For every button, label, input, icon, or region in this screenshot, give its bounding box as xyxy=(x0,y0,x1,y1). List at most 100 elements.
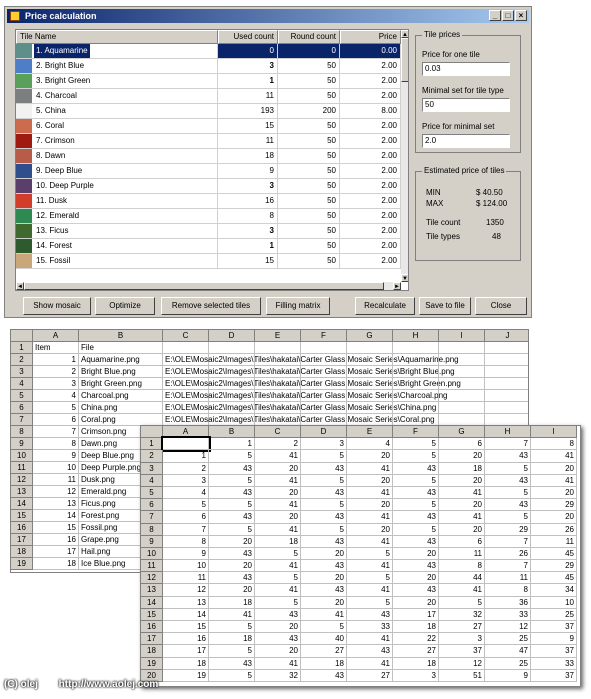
tile-row[interactable]: 3. Bright Green 1 50 2.00 xyxy=(16,74,408,89)
matrix-cell[interactable]: 20 xyxy=(531,486,577,500)
row-header[interactable]: 18 xyxy=(11,546,33,558)
item-cell[interactable]: 3 xyxy=(33,378,79,390)
matrix-cell[interactable]: 5 xyxy=(485,486,531,500)
matrix-cell[interactable]: 27 xyxy=(439,621,485,634)
matrix-cell[interactable]: 41 xyxy=(255,560,301,573)
matrix-cell[interactable]: 11 xyxy=(485,572,531,585)
row-header[interactable]: 12 xyxy=(11,474,33,486)
matrix-cell[interactable]: 22 xyxy=(393,633,439,646)
col-header[interactable]: H xyxy=(485,426,531,439)
matrix-cell[interactable]: 32 xyxy=(255,669,301,682)
matrix-cell[interactable]: 47 xyxy=(485,645,531,658)
cell[interactable] xyxy=(393,366,439,378)
scroll-left-icon[interactable]: ◄ xyxy=(16,282,24,290)
matrix-cell[interactable]: 5 xyxy=(301,450,347,463)
item-cell[interactable]: 12 xyxy=(33,486,79,498)
matrix-cell[interactable]: 44 xyxy=(439,572,485,585)
matrix-cell[interactable]: 4 xyxy=(163,486,209,500)
matrix-cell[interactable]: 32 xyxy=(439,608,485,621)
matrix-cell[interactable]: 20 xyxy=(439,474,485,487)
matrix-cell[interactable]: 37 xyxy=(439,645,485,658)
cell[interactable] xyxy=(439,366,485,378)
matrix-cell[interactable]: 20 xyxy=(531,462,577,475)
matrix-cell[interactable]: 29 xyxy=(485,523,531,536)
path-cell[interactable]: E:\OLE\Mosaic2\Images\Tiles\hakatai\Cart… xyxy=(163,378,461,390)
row-header[interactable]: 13 xyxy=(141,584,163,597)
matrix-cell[interactable]: 20 xyxy=(393,572,439,585)
matrix-cell[interactable]: 43 xyxy=(393,560,439,573)
file-cell[interactable]: Charcoal.png xyxy=(79,390,163,402)
matrix-cell[interactable]: 2 xyxy=(163,462,209,475)
cell[interactable] xyxy=(347,402,393,414)
matrix-cell[interactable]: 26 xyxy=(485,547,531,561)
col-header[interactable]: C xyxy=(163,330,209,342)
col-header[interactable]: I xyxy=(439,330,485,342)
matrix-cell[interactable]: 43 xyxy=(347,608,393,621)
matrix-cell[interactable]: 41 xyxy=(255,499,301,512)
file-cell[interactable]: Aquamarine.png xyxy=(79,354,163,366)
matrix-cell[interactable]: 5 xyxy=(255,572,301,585)
matrix-cell[interactable]: 20 xyxy=(209,535,255,548)
cell[interactable] xyxy=(393,378,439,390)
matrix-cell[interactable]: 4 xyxy=(347,438,393,451)
row-header[interactable]: 13 xyxy=(11,486,33,498)
matrix-cell[interactable]: 41 xyxy=(439,511,485,524)
matrix-cell[interactable]: 43 xyxy=(393,511,439,524)
matrix-cell[interactable]: 41 xyxy=(531,474,577,487)
matrix-cell[interactable]: 17 xyxy=(393,608,439,621)
matrix-cell[interactable]: 41 xyxy=(347,535,393,548)
matrix-cell[interactable]: 8 xyxy=(439,560,485,573)
matrix-cell[interactable]: 20 xyxy=(347,499,393,512)
matrix-cell[interactable]: 5 xyxy=(209,645,255,658)
col-header[interactable]: D xyxy=(301,426,347,439)
col-header[interactable]: B xyxy=(209,426,255,439)
item-cell[interactable]: 6 xyxy=(33,414,79,426)
row-header[interactable]: 10 xyxy=(11,450,33,462)
row-header[interactable]: 14 xyxy=(11,498,33,510)
matrix-cell[interactable]: 5 xyxy=(163,499,209,512)
matrix-cell[interactable]: 20 xyxy=(255,621,301,634)
cell[interactable] xyxy=(439,402,485,414)
cell[interactable] xyxy=(393,354,439,366)
save-to-file-button[interactable]: Save to file xyxy=(419,297,471,315)
corner-cell[interactable] xyxy=(141,426,163,439)
matrix-cell[interactable]: 5 xyxy=(301,523,347,536)
tile-row[interactable]: 13. Ficus 3 50 2.00 xyxy=(16,224,408,239)
row-header[interactable]: 7 xyxy=(141,511,163,524)
matrix-cell[interactable]: 20 xyxy=(255,462,301,475)
matrix-cell[interactable]: 27 xyxy=(347,669,393,682)
matrix-cell[interactable]: 5 xyxy=(209,474,255,487)
cell[interactable] xyxy=(485,402,528,414)
item-cell[interactable]: 4 xyxy=(33,390,79,402)
matrix-cell[interactable]: 43 xyxy=(393,535,439,548)
matrix-cell[interactable]: 20 xyxy=(347,450,393,463)
matrix-cell[interactable]: 33 xyxy=(485,608,531,621)
matrix-cell[interactable]: 37 xyxy=(531,669,577,682)
matrix-cell[interactable]: 43 xyxy=(255,633,301,646)
cell[interactable] xyxy=(301,378,347,390)
col-header[interactable]: J xyxy=(485,330,528,342)
row-header[interactable]: 1 xyxy=(141,438,163,451)
close-button[interactable]: Close xyxy=(475,297,527,315)
col-header[interactable]: I xyxy=(531,426,577,439)
matrix-cell[interactable]: 43 xyxy=(485,499,531,512)
cell[interactable] xyxy=(209,366,255,378)
matrix-cell[interactable]: 5 xyxy=(393,523,439,536)
hscroll-thumb[interactable] xyxy=(24,282,384,290)
path-cell[interactable]: E:\OLE\Mosaic2\Images\Tiles\hakatai\Cart… xyxy=(163,402,436,414)
item-cell[interactable]: 11 xyxy=(33,474,79,486)
item-cell[interactable]: 15 xyxy=(33,522,79,534)
tile-row[interactable]: 10. Deep Purple 3 50 2.00 xyxy=(16,179,408,194)
matrix-cell[interactable]: 5 xyxy=(347,572,393,585)
matrix-cell[interactable]: 41 xyxy=(347,560,393,573)
matrix-cell[interactable]: 41 xyxy=(209,608,255,621)
path-cell[interactable]: E:\OLE\Mosaic2\Images\Tiles\hakatai\Cart… xyxy=(163,354,459,366)
corner-cell[interactable] xyxy=(11,330,33,342)
matrix-cell[interactable]: 18 xyxy=(209,596,255,609)
matrix-cell[interactable]: 12 xyxy=(485,621,531,634)
matrix-cell[interactable]: 12 xyxy=(439,657,485,670)
col-header[interactable]: B xyxy=(79,330,163,342)
item-cell[interactable]: 18 xyxy=(33,558,79,570)
matrix-cell[interactable]: 9 xyxy=(485,669,531,682)
matrix-cell[interactable]: 5 xyxy=(301,499,347,512)
